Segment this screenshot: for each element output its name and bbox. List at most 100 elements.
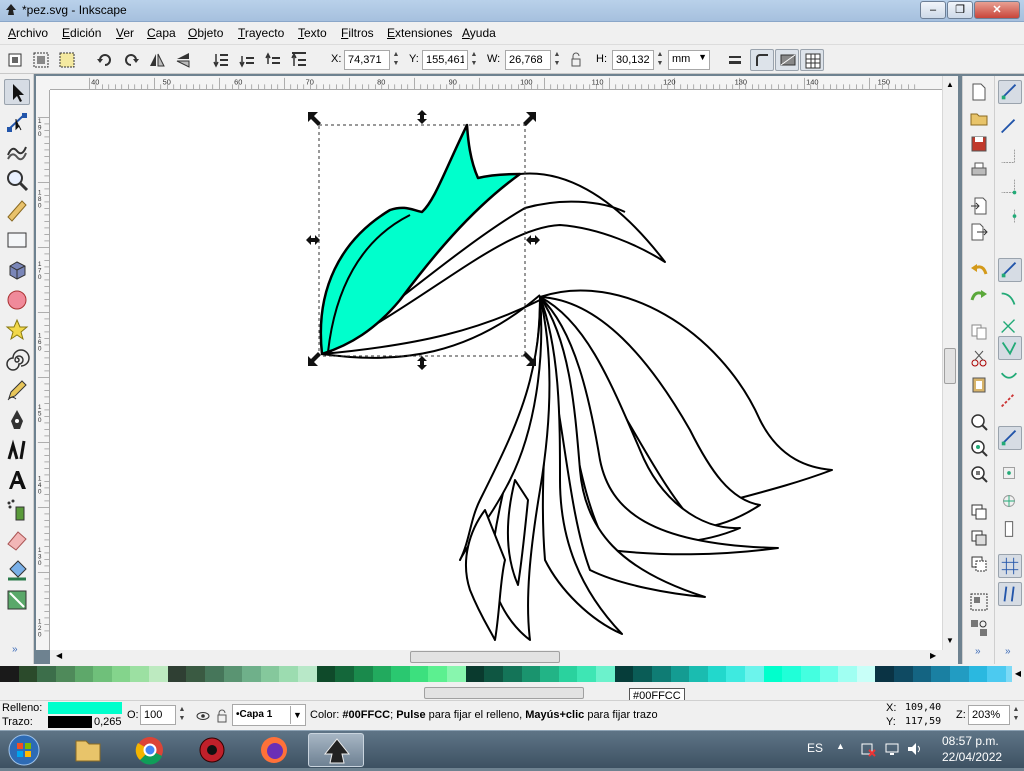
menu-ver[interactable]: Ver <box>116 26 134 40</box>
duplicate-icon[interactable] <box>969 502 989 522</box>
snap-paths[interactable] <box>998 288 1022 312</box>
pen-tool[interactable] <box>4 407 30 433</box>
raise-to-top-icon[interactable] <box>290 51 308 69</box>
palette-swatch[interactable] <box>55 666 75 682</box>
text-tool[interactable] <box>4 467 30 493</box>
tweak-tool[interactable] <box>4 137 30 163</box>
palette-swatch[interactable] <box>577 666 596 682</box>
save-icon[interactable] <box>969 134 989 154</box>
menu-texto[interactable]: Texto <box>298 26 327 40</box>
palette-swatch[interactable] <box>540 666 559 682</box>
menu-extensiones[interactable]: Extensiones <box>387 26 452 40</box>
scroll-up-icon[interactable]: ▲ <box>946 80 954 89</box>
palette-swatch[interactable] <box>204 666 224 682</box>
zoom-input[interactable] <box>968 705 1010 725</box>
menu-capa[interactable]: Capa <box>147 26 176 40</box>
opacity-spinner[interactable]: ▲ ▼ <box>177 705 187 725</box>
snap-others[interactable] <box>998 426 1022 450</box>
palette-swatch[interactable] <box>372 666 392 682</box>
lower-to-bottom-icon[interactable] <box>212 51 230 69</box>
scroll-left-icon[interactable]: ◀ <box>56 651 62 660</box>
palette-swatch[interactable] <box>223 666 243 682</box>
palette-swatch[interactable] <box>167 666 187 682</box>
w-input[interactable] <box>505 50 551 70</box>
palette-swatch[interactable] <box>745 666 764 682</box>
h-input[interactable] <box>612 50 654 70</box>
measure-tool[interactable] <box>4 197 30 223</box>
palette-swatch[interactable] <box>856 666 876 682</box>
eye-icon[interactable] <box>196 709 210 723</box>
maximize-button[interactable]: ❐ <box>947 1 973 19</box>
zoom-spinner[interactable]: ▲ ▼ <box>1011 705 1021 725</box>
tray-expand-icon[interactable]: ▲ <box>836 741 845 751</box>
menu-objeto[interactable]: Objeto <box>188 26 223 40</box>
palette-scrollbar[interactable] <box>0 686 1024 700</box>
start-button[interactable] <box>4 733 44 767</box>
palette-swatch[interactable] <box>37 666 56 682</box>
print-icon[interactable] <box>969 160 989 180</box>
open-folder-icon[interactable] <box>969 108 989 128</box>
menu-edicion[interactable]: Edición <box>62 26 101 40</box>
palette-swatch[interactable] <box>428 666 447 682</box>
stroke-width-value[interactable]: 0,265 <box>94 716 122 728</box>
palette-swatch[interactable] <box>670 666 690 682</box>
palette-swatch[interactable] <box>707 666 727 682</box>
palette-swatch[interactable] <box>0 666 19 682</box>
x-spinner[interactable]: ▲ ▼ <box>391 50 401 70</box>
selector-tool[interactable] <box>4 79 30 105</box>
palette-scroll-thumb[interactable] <box>424 687 584 699</box>
clone-icon[interactable] <box>969 528 989 548</box>
deselect-icon[interactable] <box>58 51 76 69</box>
menu-trayecto[interactable]: Trayecto <box>238 26 284 40</box>
flip-vertical-icon[interactable] <box>174 51 192 69</box>
palette-swatch[interactable] <box>93 666 112 682</box>
palette-swatch[interactable] <box>782 666 801 682</box>
palette-swatch[interactable] <box>18 666 38 682</box>
snap-line-midpoints[interactable] <box>998 390 1022 414</box>
close-button[interactable]: ✕ <box>974 1 1020 19</box>
snap-text-baseline[interactable] <box>998 518 1022 542</box>
palette-swatch[interactable] <box>987 666 1006 682</box>
scroll-right-icon[interactable]: ▶ <box>930 651 936 660</box>
lock-icon[interactable] <box>567 51 585 69</box>
palette-swatch[interactable] <box>689 666 708 682</box>
flip-horizontal-icon[interactable] <box>148 51 166 69</box>
action-center-icon[interactable] <box>860 741 876 757</box>
ungroup-icon[interactable] <box>969 618 989 638</box>
palette-swatch[interactable] <box>242 666 261 682</box>
palette-swatch[interactable] <box>614 666 634 682</box>
snap-bbox-corners[interactable] <box>998 176 1022 200</box>
snap-toggle[interactable] <box>998 80 1022 104</box>
taskbar-firefox[interactable] <box>246 733 302 767</box>
snap-nodes[interactable] <box>998 258 1022 282</box>
snap-cusp-nodes[interactable] <box>998 336 1022 360</box>
network-icon[interactable] <box>884 741 900 757</box>
palette-swatch[interactable] <box>298 666 317 682</box>
unlink-clone-icon[interactable] <box>969 554 989 574</box>
snap-smooth-nodes[interactable] <box>998 364 1022 388</box>
menu-filtros[interactable]: Filtros <box>341 26 374 40</box>
palette-swatch[interactable] <box>186 666 205 682</box>
scroll-down-icon[interactable]: ▼ <box>946 636 954 645</box>
palette-swatch[interactable] <box>391 666 410 682</box>
palette-swatch[interactable] <box>819 666 839 682</box>
h-spinner[interactable]: ▲ ▼ <box>655 50 665 70</box>
drawing-canvas[interactable] <box>50 90 942 650</box>
scale-stroke-icon[interactable] <box>726 51 744 69</box>
gradient-tool[interactable] <box>4 587 30 613</box>
scale-corners-toggle[interactable] <box>750 49 774 71</box>
clock-date[interactable]: 22/04/2022 <box>942 750 1002 764</box>
palette-swatch[interactable] <box>800 666 820 682</box>
language-indicator[interactable]: ES <box>807 741 823 755</box>
padlock-icon[interactable] <box>216 709 228 723</box>
lower-icon[interactable] <box>238 51 256 69</box>
snap-bbox[interactable] <box>998 116 1022 140</box>
opacity-input[interactable] <box>140 705 176 725</box>
palette-swatch[interactable] <box>465 666 485 682</box>
palette-swatch[interactable] <box>335 666 354 682</box>
undo-icon[interactable] <box>969 260 989 280</box>
palette-swatch[interactable] <box>633 666 652 682</box>
snap-bbox-edges[interactable] <box>998 146 1022 170</box>
palette-swatch[interactable] <box>447 666 466 682</box>
star-tool[interactable] <box>4 317 30 343</box>
